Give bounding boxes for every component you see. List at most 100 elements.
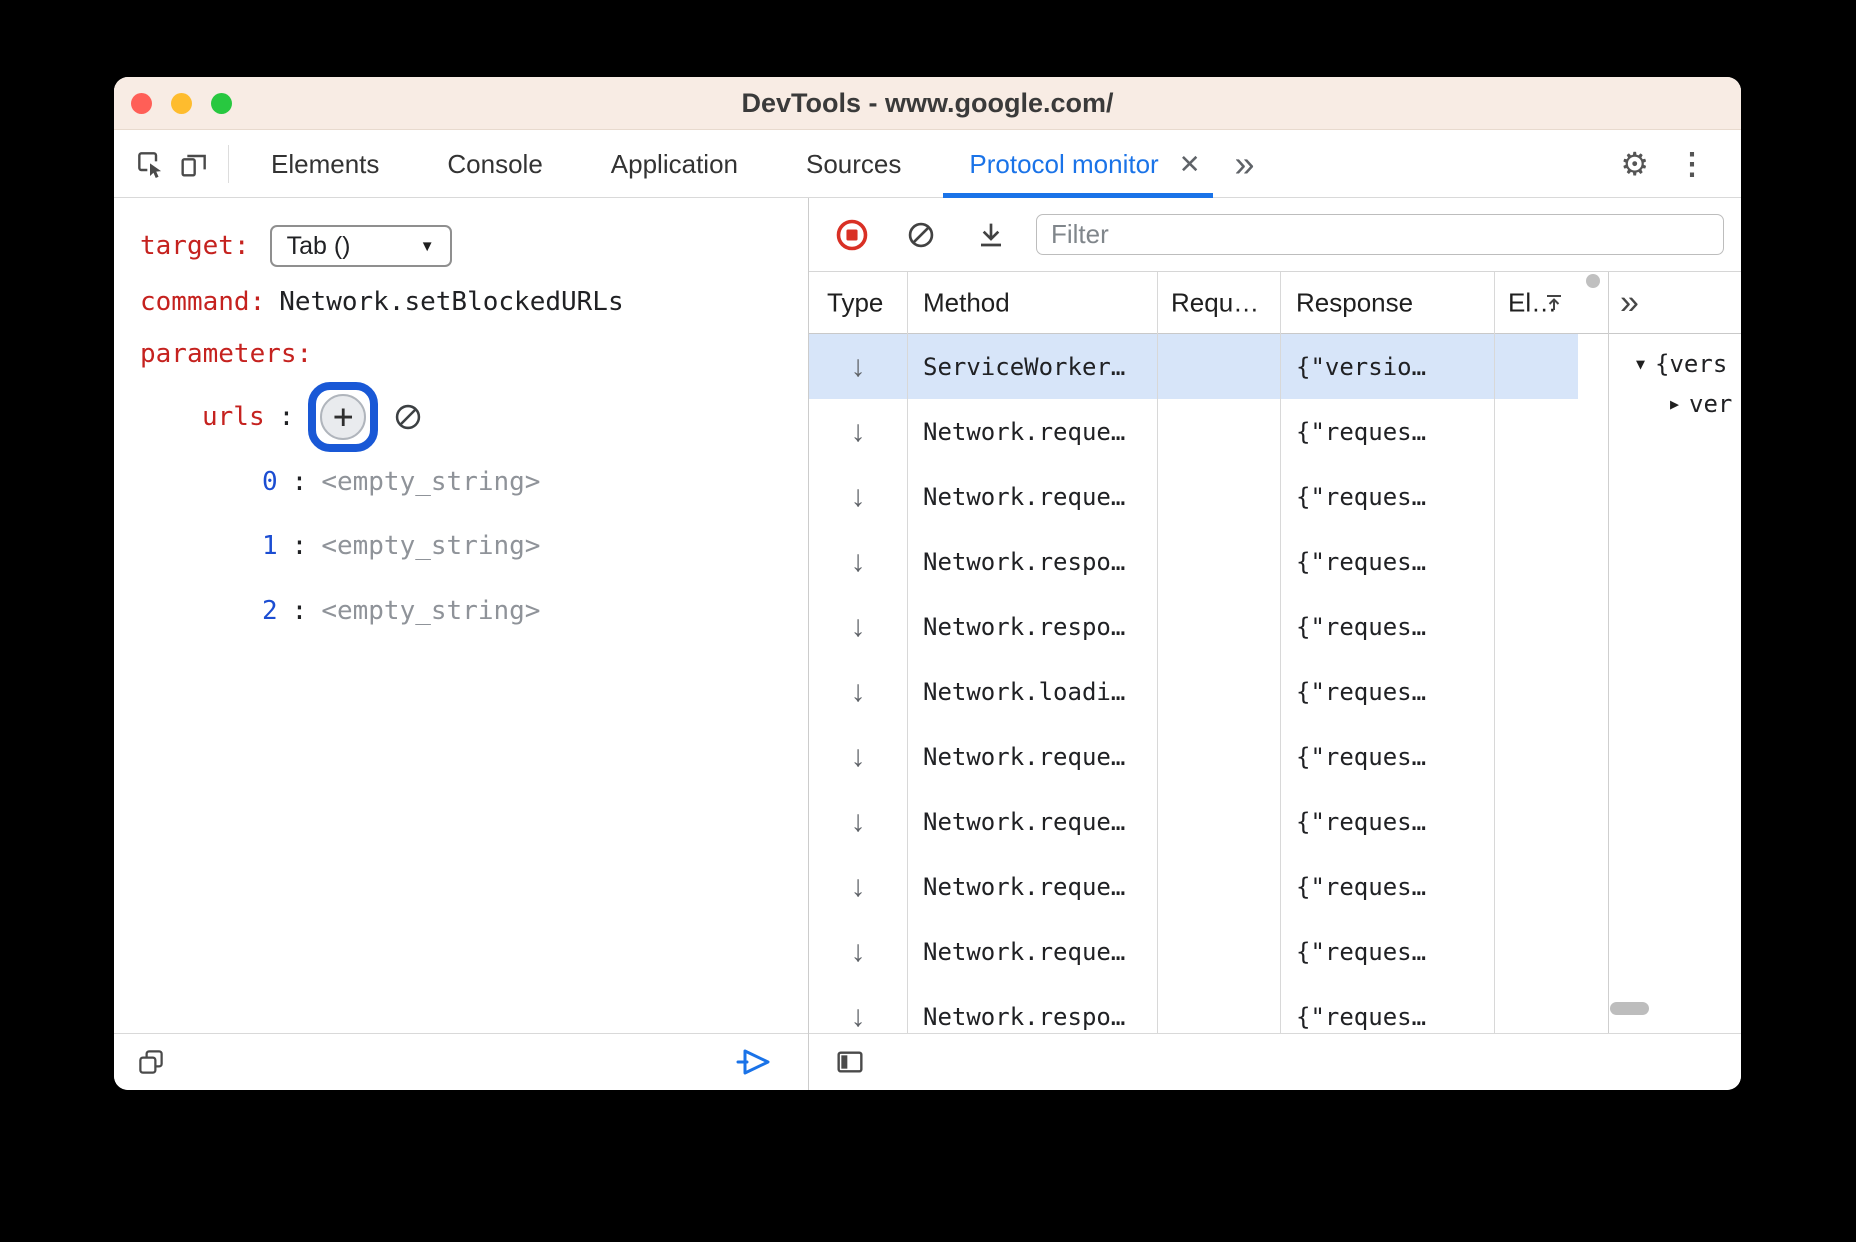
url-value[interactable]: <empty_string> — [321, 467, 540, 497]
table-row[interactable]: ↓ Network.reque… {"reques… — [809, 854, 1578, 919]
row-method: Network.reque… — [907, 483, 1157, 511]
column-header-response[interactable]: Response — [1296, 287, 1413, 318]
device-toolbar-icon[interactable] — [172, 142, 216, 186]
received-arrow-icon: ↓ — [851, 610, 866, 644]
received-arrow-icon: ↓ — [851, 675, 866, 709]
command-row: command: Network.setBlockedURLs — [140, 287, 624, 317]
caret-right-icon[interactable]: ▶ — [1670, 395, 1679, 413]
protocol-monitor-toolbar — [809, 198, 1741, 272]
column-divider[interactable] — [1494, 272, 1495, 1033]
add-url-button[interactable]: + — [320, 394, 366, 440]
tab-console[interactable]: Console — [413, 131, 576, 197]
column-header-method[interactable]: Method — [923, 287, 1010, 318]
panel-divider[interactable] — [808, 198, 809, 1090]
table-row[interactable]: ↓ Network.reque… {"reques… — [809, 919, 1578, 984]
row-response: {"reques… — [1280, 938, 1494, 966]
row-method: Network.respo… — [907, 1003, 1157, 1031]
minimize-window-button[interactable] — [171, 93, 192, 114]
table-row[interactable]: ↓ Network.loadi… {"reques… — [809, 659, 1578, 724]
url-index: 0 — [262, 467, 278, 497]
close-window-button[interactable] — [131, 93, 152, 114]
url-colon: : — [292, 596, 308, 626]
row-method: Network.reque… — [907, 808, 1157, 836]
url-colon: : — [292, 531, 308, 561]
zoom-window-button[interactable] — [211, 93, 232, 114]
target-select[interactable]: Tab () ▼ — [270, 225, 452, 267]
url-value[interactable]: <empty_string> — [321, 596, 540, 626]
table-row[interactable]: ↓ Network.reque… {"reques… — [809, 464, 1578, 529]
received-arrow-icon: ↓ — [851, 480, 866, 514]
save-download-icon[interactable] — [975, 219, 1007, 251]
column-divider[interactable] — [1280, 272, 1281, 1033]
parameters-label: parameters: — [140, 339, 312, 369]
table-row[interactable]: ↓ Network.respo… {"reques… — [809, 529, 1578, 594]
devtools-window: DevTools - www.google.com/ Elements Cons… — [114, 77, 1741, 1090]
column-header-type[interactable]: Type — [827, 287, 883, 318]
clear-log-icon[interactable] — [905, 219, 937, 251]
window-title: DevTools - www.google.com/ — [741, 88, 1113, 119]
devtools-tabbar: Elements Console Application Sources Pro… — [114, 131, 1741, 198]
received-arrow-icon: ↓ — [851, 545, 866, 579]
url-item-row[interactable]: 2 : <empty_string> — [262, 596, 540, 626]
row-response: {"reques… — [1280, 808, 1494, 836]
tree-item-version[interactable]: ▼ {vers — [1636, 350, 1727, 378]
received-arrow-icon: ↓ — [851, 1000, 866, 1034]
urls-parameter-row: urls : + — [202, 382, 424, 452]
overflow-menu-icon[interactable]: ⋮ — [1677, 147, 1707, 182]
target-select-value: Tab () — [287, 232, 351, 261]
table-row[interactable]: ↓ Network.reque… {"reques… — [809, 724, 1578, 789]
row-response: {"reques… — [1280, 418, 1494, 446]
grid-header: Type Method Requ… Response El… » — [809, 272, 1741, 334]
url-item-row[interactable]: 1 : <empty_string> — [262, 531, 540, 561]
toolbar-separator — [228, 145, 229, 183]
tree-item-label: {vers — [1655, 350, 1727, 378]
sort-ascending-icon[interactable] — [1542, 291, 1566, 322]
table-row[interactable]: ↓ Network.reque… {"reques… — [809, 789, 1578, 854]
copy-icon[interactable] — [136, 1047, 166, 1082]
more-tabs-icon[interactable]: » — [1235, 143, 1255, 185]
target-label: target: — [140, 231, 250, 261]
urls-label: urls — [202, 402, 265, 432]
titlebar: DevTools - www.google.com/ — [114, 77, 1741, 130]
settings-gear-icon[interactable]: ⚙ — [1620, 145, 1649, 183]
sidebar-expand-icon[interactable]: » — [1620, 283, 1639, 322]
tab-protocol-monitor[interactable]: Protocol monitor ✕ — [935, 131, 1220, 197]
vertical-scrollbar-thumb[interactable] — [1586, 274, 1600, 288]
tab-sources[interactable]: Sources — [772, 131, 935, 197]
inspect-element-icon[interactable] — [128, 142, 172, 186]
received-arrow-icon: ↓ — [851, 415, 866, 449]
close-tab-icon[interactable]: ✕ — [1165, 149, 1221, 180]
row-response: {"reques… — [1280, 483, 1494, 511]
url-value[interactable]: <empty_string> — [321, 531, 540, 561]
caret-down-icon[interactable]: ▼ — [1636, 355, 1645, 373]
table-row[interactable]: ↓ Network.respo… {"reques… — [809, 594, 1578, 659]
request-table: ↓ ServiceWorker… {"versio… ↓ Network.req… — [809, 334, 1578, 1033]
column-header-request[interactable]: Requ… — [1171, 287, 1259, 318]
horizontal-scrollbar-thumb[interactable] — [1610, 1002, 1649, 1015]
url-item-row[interactable]: 0 : <empty_string> — [262, 467, 540, 497]
toggle-sidebar-icon[interactable] — [834, 1046, 866, 1083]
row-method: Network.reque… — [907, 743, 1157, 771]
row-method: Network.respo… — [907, 548, 1157, 576]
row-method: Network.loadi… — [907, 678, 1157, 706]
delete-parameter-icon[interactable] — [392, 401, 424, 433]
row-method: Network.reque… — [907, 418, 1157, 446]
table-row[interactable]: ↓ Network.respo… {"reques… — [809, 984, 1578, 1033]
row-response: {"reques… — [1280, 678, 1494, 706]
row-response: {"reques… — [1280, 548, 1494, 576]
sidebar-divider — [1608, 272, 1609, 1033]
tree-item-child[interactable]: ▶ ver — [1670, 390, 1732, 418]
tab-elements[interactable]: Elements — [237, 131, 413, 197]
target-row: target: Tab () ▼ — [140, 225, 452, 267]
received-arrow-icon: ↓ — [851, 350, 866, 384]
command-value[interactable]: Network.setBlockedURLs — [279, 287, 623, 317]
column-divider[interactable] — [907, 272, 908, 1033]
tab-application[interactable]: Application — [577, 131, 772, 197]
table-row[interactable]: ↓ ServiceWorker… {"versio… — [809, 334, 1578, 399]
url-index: 2 — [262, 596, 278, 626]
column-divider[interactable] — [1157, 272, 1158, 1033]
filter-input[interactable] — [1036, 214, 1724, 255]
record-stop-icon[interactable] — [834, 217, 870, 253]
table-row[interactable]: ↓ Network.reque… {"reques… — [809, 399, 1578, 464]
send-command-icon[interactable] — [734, 1047, 774, 1082]
